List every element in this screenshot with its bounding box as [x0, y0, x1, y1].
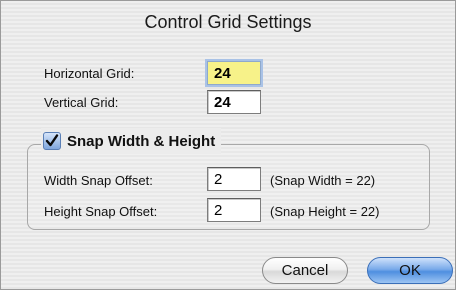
vertical-grid-field[interactable]: 24	[207, 90, 261, 114]
height-snap-offset-field[interactable]: 2	[207, 198, 261, 222]
cancel-button[interactable]: Cancel	[262, 257, 348, 284]
snap-height-hint: (Snap Height = 22)	[270, 204, 380, 219]
width-snap-offset-label: Width Snap Offset:	[44, 173, 153, 188]
checkmark-icon	[45, 134, 59, 147]
snap-width-height-label: Snap Width & Height	[67, 132, 216, 150]
dialog-title: Control Grid Settings	[144, 12, 312, 32]
snap-checkbox-row[interactable]: Snap Width & Height	[41, 128, 222, 154]
control-grid-settings-dialog: Control Grid Settings Horizontal Grid: 2…	[0, 0, 456, 290]
width-snap-offset-field[interactable]: 2	[207, 167, 261, 191]
vertical-grid-label: Vertical Grid:	[44, 95, 119, 110]
ok-button[interactable]: OK	[367, 257, 453, 284]
snap-width-height-checkbox[interactable]	[43, 132, 61, 150]
height-snap-offset-label: Height Snap Offset:	[44, 204, 158, 219]
horizontal-grid-label: Horizontal Grid:	[44, 66, 135, 81]
horizontal-grid-field[interactable]: 24	[207, 61, 261, 85]
snap-width-hint: (Snap Width = 22)	[270, 173, 376, 188]
